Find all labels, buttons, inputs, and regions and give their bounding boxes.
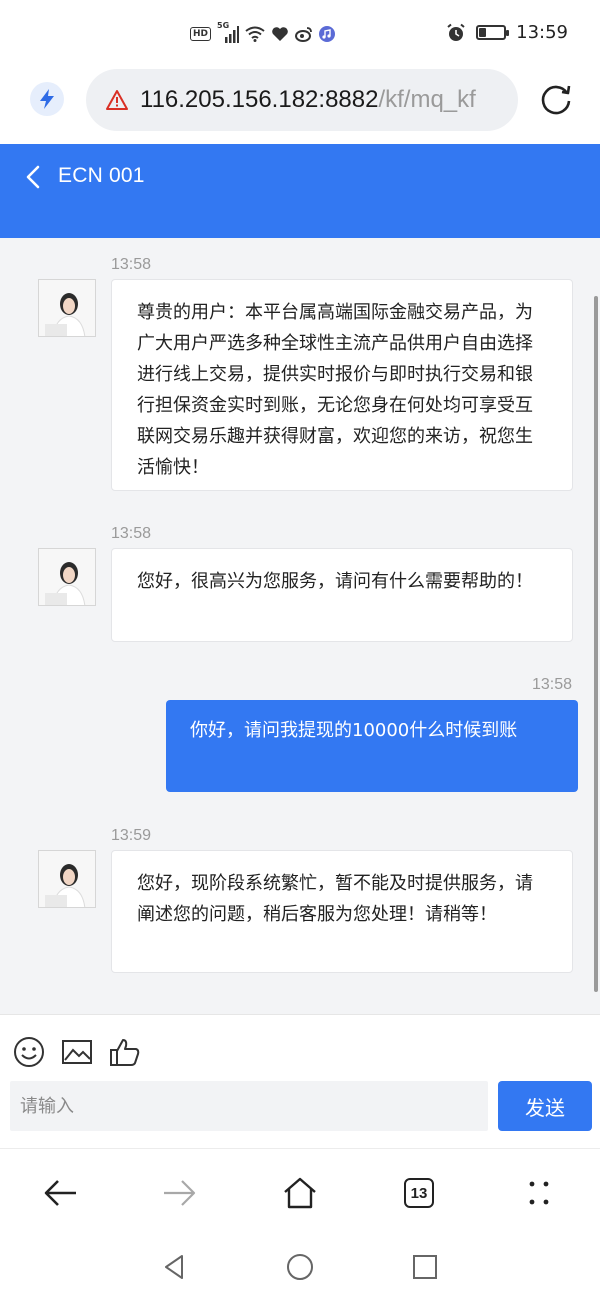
system-home-icon[interactable] — [285, 1252, 315, 1282]
emoji-icon[interactable] — [12, 1035, 46, 1069]
music-icon — [319, 26, 336, 42]
status-icons: HD 5G — [190, 21, 336, 45]
chevron-left-icon[interactable] — [24, 165, 44, 189]
weibo-icon — [295, 27, 312, 42]
arrow-back-icon — [44, 1180, 76, 1206]
browser-toolbar: 13 — [0, 1148, 600, 1236]
url-path: /kf/mq_kf — [378, 86, 476, 113]
message-bubble-agent: 您好，很高兴为您服务，请问有什么需要帮助的！ — [111, 548, 573, 642]
browser-home-button[interactable] — [280, 1173, 320, 1213]
message-bubble-agent: 您好，现阶段系统繁忙，暂不能及时提供服务，请阐述您的问题，稍后客服为您处理！请稍… — [111, 850, 573, 973]
warning-icon — [104, 87, 130, 113]
agent-avatar — [38, 850, 96, 908]
message-time: 13:58 — [532, 676, 573, 693]
chat-messages[interactable]: 13:58 尊贵的用户：本平台属高端国际金融交易产品，为广大用户严选多种全球性主… — [0, 238, 600, 1014]
agent-avatar — [38, 279, 96, 337]
url-host: 116.205.156.182:8882 — [140, 86, 379, 113]
system-nav-bar — [0, 1236, 600, 1299]
menu-dots-icon — [529, 1181, 549, 1205]
hd-badge: HD — [190, 27, 212, 41]
browser-tabs-button[interactable]: 13 — [399, 1173, 439, 1213]
arrow-forward-icon — [164, 1180, 196, 1206]
thumbs-up-icon[interactable] — [108, 1035, 142, 1069]
browser-menu-button[interactable] — [519, 1173, 559, 1213]
message-bubble-user: 你好，请问我提现的10000什么时候到账 — [166, 700, 578, 792]
message-time: 13:58 — [111, 525, 152, 542]
status-time: 13:59 — [516, 22, 568, 43]
image-icon[interactable] — [60, 1035, 94, 1069]
browser-forward-button[interactable] — [160, 1173, 200, 1213]
composer: 发送 — [0, 1014, 600, 1148]
reload-icon[interactable] — [538, 81, 574, 117]
system-recents-icon[interactable] — [410, 1252, 440, 1282]
wifi-icon — [245, 26, 265, 42]
url-field[interactable]: 116.205.156.182:8882/kf/mq_kf — [86, 69, 518, 131]
browser-address-bar: 116.205.156.182:8882/kf/mq_kf — [0, 66, 600, 144]
chat-header: ECN 001 — [0, 144, 600, 238]
chat-title: ECN 001 — [58, 164, 145, 187]
bolt-icon[interactable] — [30, 82, 64, 116]
alarm-icon — [447, 23, 465, 41]
status-bar: HD 5G 13:59 — [0, 0, 600, 66]
battery-icon — [476, 25, 510, 40]
url-text: 116.205.156.182:8882/kf/mq_kf — [140, 86, 476, 114]
send-button[interactable]: 发送 — [498, 1081, 592, 1131]
message-time: 13:58 — [111, 256, 152, 273]
system-back-icon[interactable] — [160, 1252, 190, 1282]
agent-avatar — [38, 548, 96, 606]
heart-icon — [272, 27, 288, 41]
message-bubble-agent: 尊贵的用户：本平台属高端国际金融交易产品，为广大用户严选多种全球性主流产品供用户… — [111, 279, 573, 491]
home-icon — [284, 1177, 316, 1209]
signal-icon: 5G — [217, 21, 240, 43]
tab-count: 13 — [404, 1178, 434, 1208]
status-right: 13:59 — [446, 22, 568, 43]
browser-back-button[interactable] — [40, 1173, 80, 1213]
scrollbar[interactable] — [594, 296, 598, 992]
message-time: 13:59 — [111, 827, 152, 844]
message-input[interactable] — [10, 1081, 488, 1131]
